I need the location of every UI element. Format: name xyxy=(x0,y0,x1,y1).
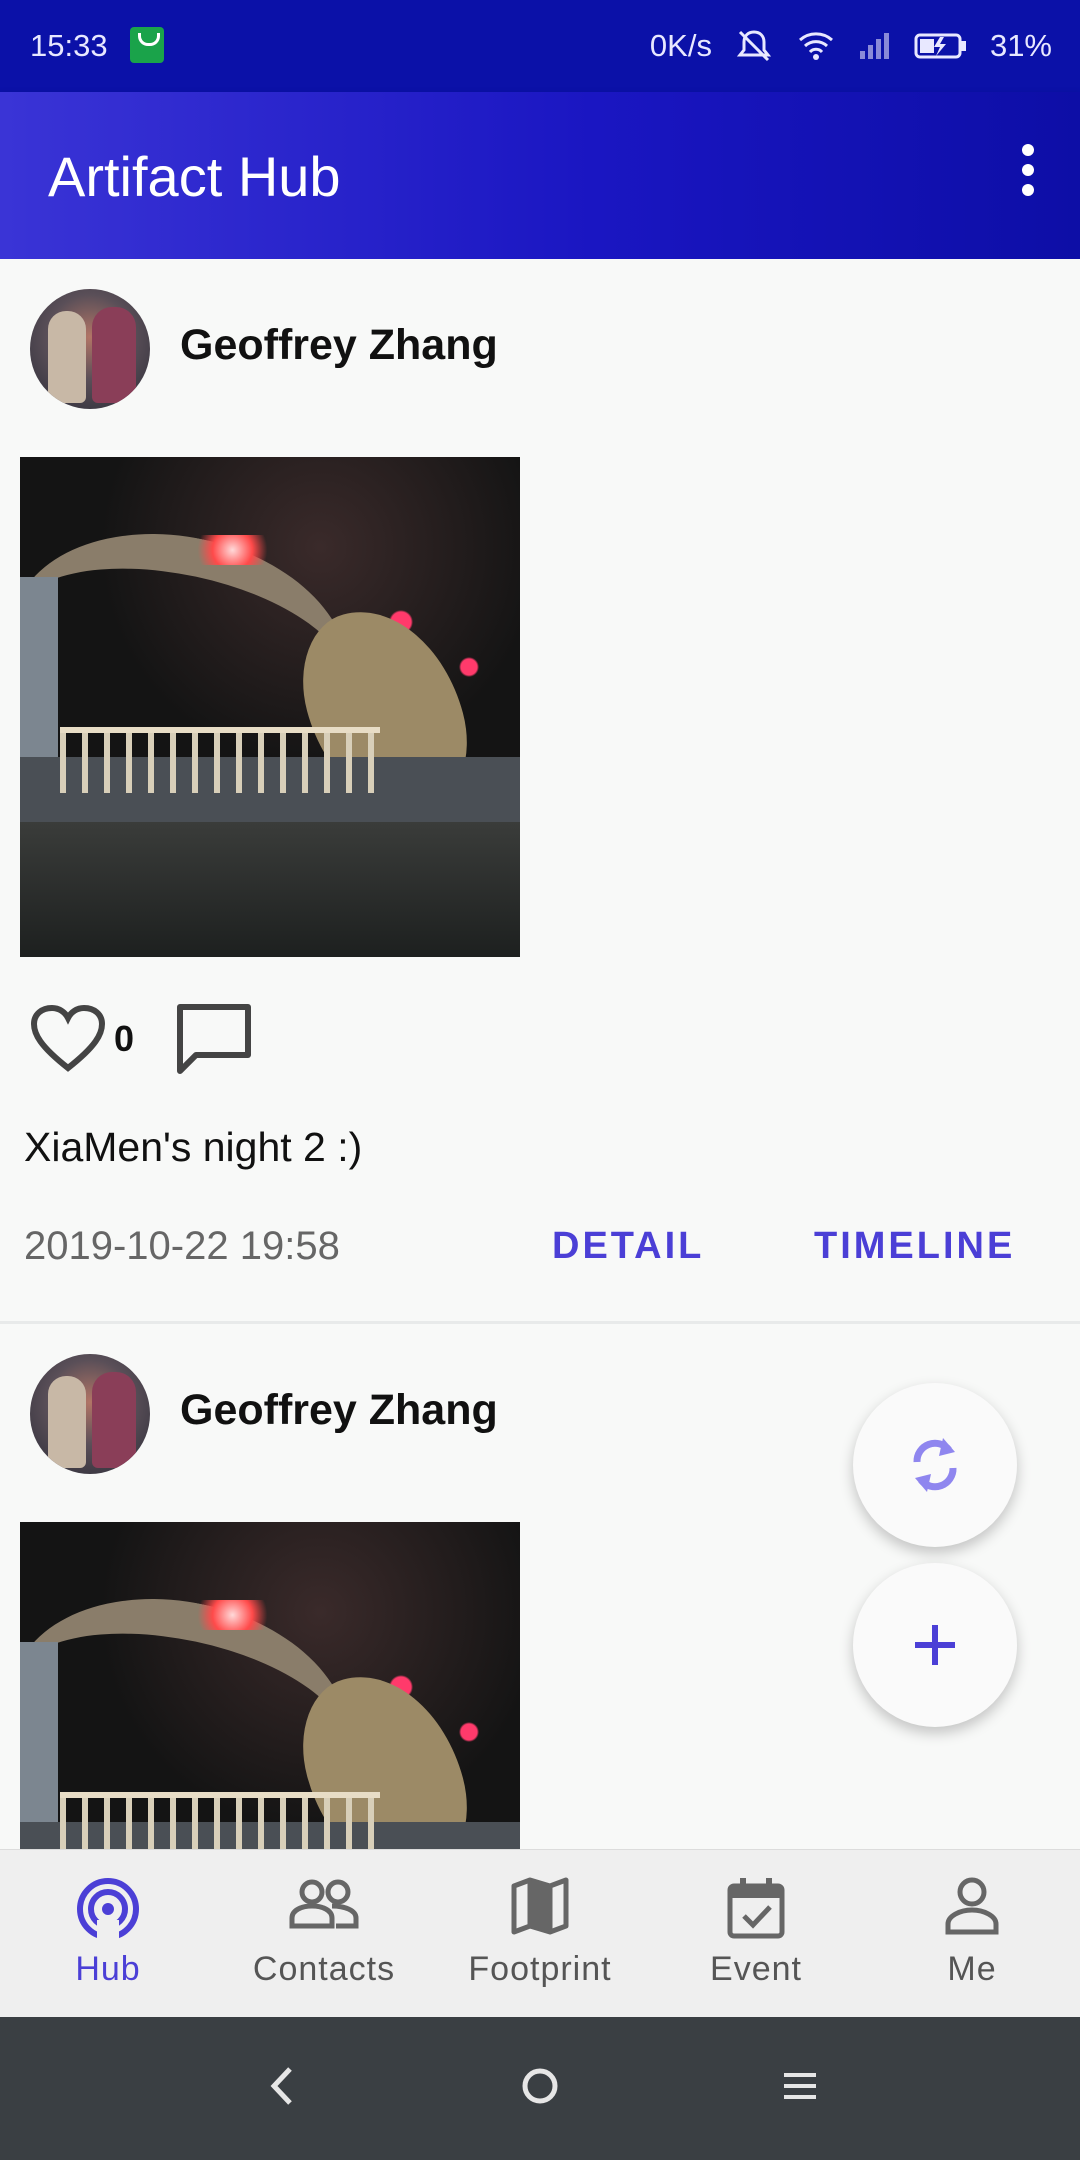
nav-item-me[interactable]: Me xyxy=(864,1850,1080,2018)
heart-icon[interactable] xyxy=(30,1004,106,1074)
post-photo[interactable] xyxy=(20,1522,520,1849)
battery-icon xyxy=(914,33,966,59)
system-navigation-bar xyxy=(0,2017,1080,2160)
post-photo[interactable] xyxy=(20,457,520,957)
detail-button[interactable]: DETAIL xyxy=(552,1225,704,1268)
add-icon xyxy=(915,1625,955,1665)
nav-item-footprint[interactable]: Footprint xyxy=(432,1850,648,2018)
post-actions: 0 xyxy=(30,999,254,1079)
nav-label: Me xyxy=(947,1950,997,1988)
like-count: 0 xyxy=(114,1018,135,1059)
post-timestamp: 2019-10-22 19:58 xyxy=(24,1224,340,1268)
timeline-button[interactable]: TIMELINE xyxy=(814,1225,1015,1268)
avatar[interactable] xyxy=(30,1354,150,1474)
refresh-button[interactable] xyxy=(853,1383,1017,1547)
nav-label: Footprint xyxy=(468,1950,612,1988)
hub-icon xyxy=(77,1878,139,1942)
refresh-icon xyxy=(913,1438,957,1492)
person-icon xyxy=(945,1877,999,1935)
recents-icon[interactable] xyxy=(780,2061,820,2111)
battery-percent: 31% xyxy=(989,28,1052,63)
nav-label: Hub xyxy=(75,1950,141,1988)
home-icon[interactable] xyxy=(520,2061,560,2111)
post-caption: XiaMen's night 2 :) xyxy=(24,1124,363,1170)
nav-label: Event xyxy=(710,1950,802,1988)
net-speed: 0K/s xyxy=(649,28,712,63)
signal-icon xyxy=(859,33,889,59)
author-name[interactable]: Geoffrey Zhang xyxy=(180,321,498,370)
nav-item-event[interactable]: Event xyxy=(648,1850,864,2018)
mute-icon xyxy=(736,30,772,62)
post-card: Geoffrey Zhang 0 XiaMen's night 2 :) 201… xyxy=(0,259,1080,1321)
event-icon xyxy=(727,1878,785,1939)
nav-label: Contacts xyxy=(252,1950,396,1988)
map-icon xyxy=(511,1877,569,1935)
status-bar: 15:33 0K/s 31% xyxy=(0,0,1080,92)
comment-icon[interactable] xyxy=(174,1001,254,1077)
more-vert-icon[interactable] xyxy=(1020,144,1036,204)
author-name[interactable]: Geoffrey Zhang xyxy=(180,1386,498,1435)
app-bar: Artifact Hub xyxy=(0,92,1080,259)
add-post-button[interactable] xyxy=(853,1563,1017,1727)
bottom-navigation: Hub Contacts Footprint Event Me xyxy=(0,1849,1080,2018)
status-time: 15:33 xyxy=(30,28,108,63)
nav-item-contacts[interactable]: Contacts xyxy=(216,1850,432,2018)
avatar[interactable] xyxy=(30,289,150,409)
contacts-icon xyxy=(289,1879,359,1929)
store-notification-icon xyxy=(130,27,164,63)
back-icon[interactable] xyxy=(266,2061,296,2111)
nav-item-hub[interactable]: Hub xyxy=(0,1850,216,2018)
wifi-icon xyxy=(798,32,833,60)
app-title: Artifact Hub xyxy=(48,145,341,208)
